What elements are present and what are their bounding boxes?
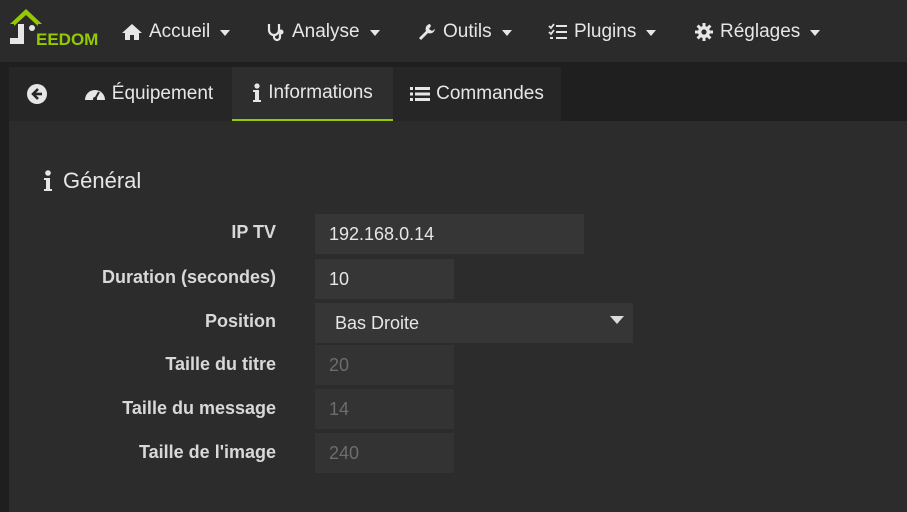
tab-informations[interactable]: Informations — [232, 67, 393, 121]
nav-plugins-label: Plugins — [574, 21, 637, 42]
ip-tv-label: IP TV — [231, 222, 276, 242]
chevron-down-icon — [610, 316, 624, 324]
chevron-down-icon — [369, 30, 380, 36]
title-size-label: Taille du titre — [165, 354, 276, 374]
chevron-down-icon — [501, 30, 512, 36]
tab-commandes[interactable]: Commandes — [393, 67, 561, 121]
back-arrow-circle-icon — [27, 84, 47, 104]
dashboard-gauge-icon — [84, 90, 105, 101]
ip-tv-value: 192.168.0.14 — [329, 223, 435, 244]
home-icon — [122, 24, 142, 40]
section-title-label: Général — [63, 168, 142, 193]
duration-input[interactable]: 10 — [315, 259, 454, 299]
list-icon — [410, 87, 431, 101]
nav-outils-label: Outils — [443, 21, 492, 42]
position-select[interactable]: Bas Droite — [315, 303, 633, 343]
position-value: Bas Droite — [335, 312, 420, 333]
nav-accueil-label: Accueil — [149, 21, 211, 42]
nav-accueil[interactable]: Accueil — [121, 19, 231, 45]
message-size-label: Taille du message — [122, 398, 276, 418]
duration-value: 10 — [329, 268, 350, 289]
wrench-icon — [419, 24, 435, 40]
tasks-list-icon — [548, 23, 567, 39]
nav-outils[interactable]: Outils — [417, 19, 512, 45]
info-icon — [44, 170, 52, 191]
tab-back[interactable] — [9, 67, 65, 121]
logo-text: EEDOM — [36, 30, 99, 49]
title-size-placeholder: 20 — [329, 354, 350, 375]
nav-analyse[interactable]: Analyse — [266, 19, 380, 45]
stethoscope-icon — [267, 24, 284, 42]
image-size-input[interactable]: 240 — [315, 433, 454, 473]
chevron-down-icon — [646, 30, 657, 36]
message-size-placeholder: 14 — [329, 398, 350, 419]
top-navbar: EEDOM Accueil Analyse Outils Plugins Rég… — [0, 0, 907, 62]
tab-commandes-label: Commandes — [436, 83, 544, 104]
nav-plugins[interactable]: Plugins — [548, 19, 657, 45]
tab-informations-label: Informations — [268, 82, 373, 103]
tab-equipement[interactable]: Équipement — [65, 67, 232, 121]
nav-reglages-label: Réglages — [720, 21, 801, 42]
image-size-placeholder: 240 — [329, 442, 360, 463]
title-size-input[interactable]: 20 — [315, 345, 454, 385]
informations-panel: Général IP TV 192.168.0.14 Duration (sec… — [9, 121, 907, 512]
gear-icon — [695, 23, 713, 41]
jeedom-logo[interactable]: EEDOM — [8, 6, 98, 50]
image-size-label: Taille de l'image — [139, 442, 276, 462]
chevron-down-icon — [810, 30, 821, 36]
tab-equipement-label: Équipement — [111, 83, 214, 104]
duration-label: Duration (secondes) — [101, 267, 276, 287]
message-size-input[interactable]: 14 — [315, 389, 454, 429]
position-label: Position — [205, 311, 276, 331]
tab-bar: Équipement Informations Commandes — [9, 67, 907, 121]
nav-reglages[interactable]: Réglages — [694, 19, 821, 45]
ip-tv-input[interactable]: 192.168.0.14 — [315, 214, 584, 254]
info-icon — [253, 83, 262, 102]
chevron-down-icon — [220, 30, 231, 36]
section-title: Général — [43, 168, 141, 194]
nav-analyse-label: Analyse — [292, 21, 360, 42]
